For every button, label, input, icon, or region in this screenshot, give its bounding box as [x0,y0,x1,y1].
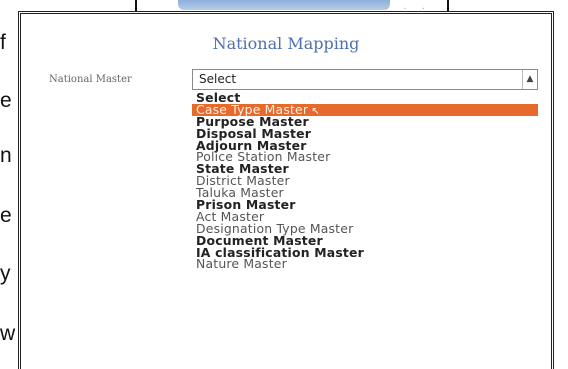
background-text: e [0,204,12,227]
dropdown-option-nature-master[interactable]: Nature Master [192,258,538,270]
chevron-down-icon[interactable]: ▲ [522,70,537,89]
select-value: Select [199,72,237,86]
background-text: y [0,262,11,285]
national-master-select[interactable]: Select ▲ [192,69,538,90]
screenshot-frame: National Mapping National Master Select … [18,11,554,369]
dropdown-list: Select Case Type Master ↖ Purpose Master … [192,91,538,270]
background-text: e [0,89,12,112]
background-text: f [0,31,6,54]
page-title: National Mapping [212,34,360,53]
header-banner [178,0,390,10]
background-text: w [0,322,16,345]
mouse-cursor-icon: ↖ [311,105,320,117]
background-text: n [0,144,12,167]
national-master-label: National Master [49,74,132,85]
